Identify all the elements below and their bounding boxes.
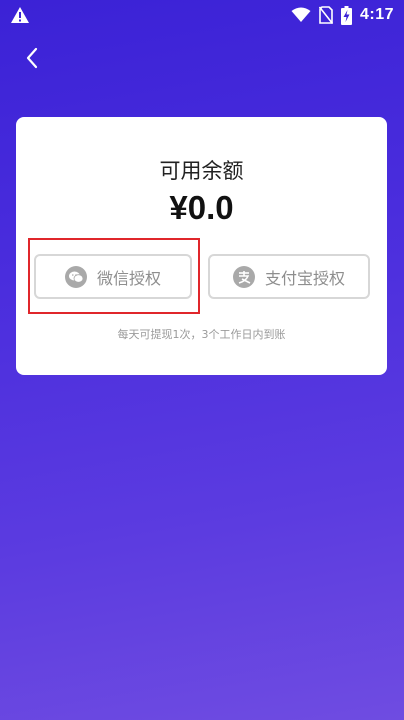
status-bar: 4:17 bbox=[0, 0, 404, 30]
wechat-auth-label: 微信授权 bbox=[96, 268, 161, 288]
wechat-auth-button[interactable]: 微信授权 bbox=[34, 254, 192, 299]
back-button[interactable] bbox=[18, 44, 46, 72]
alipay-icon bbox=[232, 265, 255, 288]
balance-label: 可用余额 bbox=[159, 159, 244, 183]
status-time: 4:17 bbox=[359, 6, 394, 23]
wifi-icon bbox=[291, 7, 311, 22]
chevron-left-icon bbox=[26, 47, 38, 69]
battery-charging-icon bbox=[340, 5, 352, 25]
no-sim-icon bbox=[318, 6, 333, 24]
alipay-auth-button[interactable]: 支付宝授权 bbox=[208, 254, 370, 299]
withdraw-note: 每天可提现1次，3个工作日内到账 bbox=[117, 328, 286, 341]
warning-icon bbox=[11, 7, 29, 23]
wechat-icon bbox=[64, 265, 87, 288]
alipay-auth-label: 支付宝授权 bbox=[264, 268, 345, 288]
status-icons: 4:17 bbox=[291, 4, 394, 26]
balance-card: 可用余额 ¥0.0 微信授权 支付宝授权 每天可提现1次，3个工作日内到账 bbox=[16, 117, 387, 375]
balance-amount: ¥0.0 bbox=[169, 189, 234, 226]
